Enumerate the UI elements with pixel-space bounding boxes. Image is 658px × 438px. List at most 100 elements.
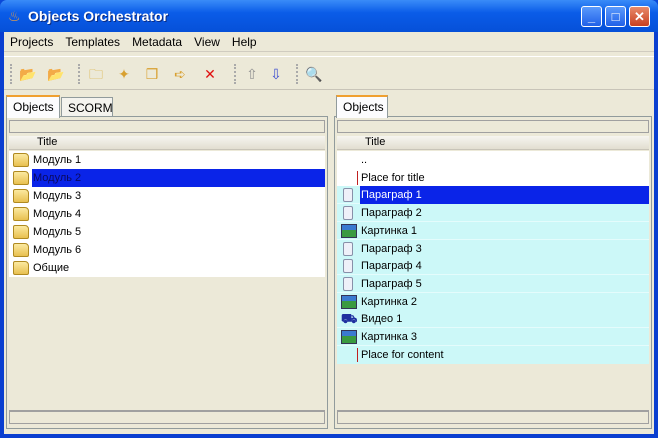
list-item-label: Модуль 2 xyxy=(32,169,325,187)
move-up-button[interactable]: ⇧ xyxy=(242,65,262,83)
new-folder-button[interactable]: 🗀 xyxy=(86,65,106,83)
picture-icon xyxy=(341,294,357,309)
list-item-label: Параграф 1 xyxy=(360,186,649,205)
list-item[interactable]: Параграф 1 xyxy=(337,186,649,205)
folder-icon xyxy=(13,207,29,221)
list-item[interactable]: Картинка 3 xyxy=(337,328,649,346)
toolbar-separator xyxy=(234,64,236,84)
folder-icon xyxy=(13,243,29,257)
column-header-title[interactable]: Title xyxy=(9,136,325,150)
move-object-icon: ➪ xyxy=(174,66,186,82)
java-icon: ♨ xyxy=(8,8,21,24)
left-panel: Objects SCORM Title Модуль 1 Модуль 2 Моду… xyxy=(6,95,328,431)
delete-icon: ✕ xyxy=(204,66,216,82)
status-bar xyxy=(9,410,325,424)
search-button[interactable]: 🔍 xyxy=(304,65,324,83)
list-item[interactable]: Картинка 2 xyxy=(337,292,649,311)
toolbar-separator xyxy=(296,64,298,84)
list-item-label: Модуль 3 xyxy=(33,190,82,202)
copy-object-button[interactable]: ❒ xyxy=(142,65,162,83)
menu-bar: Projects Templates Metadata View Help xyxy=(4,32,654,52)
search-icon: 🔍 xyxy=(305,66,323,82)
list-item[interactable]: Модуль 3 xyxy=(9,187,325,205)
list-item[interactable]: Параграф 3 xyxy=(337,239,649,258)
folder-icon xyxy=(13,225,29,239)
menu-templates[interactable]: Templates xyxy=(59,32,126,49)
list-item[interactable]: Модуль 4 xyxy=(9,205,325,223)
tab-objects-right[interactable]: Objects xyxy=(336,95,388,118)
list-item[interactable]: Картинка 1 xyxy=(337,221,649,240)
window-title: Objects Orchestrator xyxy=(28,8,169,24)
new-object-button[interactable]: ✦ xyxy=(114,65,134,83)
document-icon xyxy=(343,206,353,221)
tab-scorm[interactable]: SCORM xyxy=(61,97,113,118)
toolbar-separator xyxy=(78,64,80,84)
list-item[interactable]: Модуль 5 xyxy=(9,223,325,241)
list-item[interactable]: ⛟ Видео 1 xyxy=(337,310,649,329)
list-item-label: Place for content xyxy=(361,348,444,361)
list-item-label: Параграф 4 xyxy=(361,260,422,273)
filter-bar xyxy=(9,120,325,133)
picture-icon xyxy=(341,330,357,344)
close-button[interactable]: ✕ xyxy=(629,6,650,27)
toolbar: 📂 📂 🗀 ✦ ❒ ➪ ✕ ⇧ ⇩ 🔍 xyxy=(4,56,654,90)
list-item[interactable]: Модуль 6 xyxy=(9,241,325,259)
filter-bar xyxy=(337,120,649,133)
delete-button[interactable]: ✕ xyxy=(200,65,220,83)
list-item-label: Модуль 1 xyxy=(33,154,82,166)
column-header-title[interactable]: Title xyxy=(337,136,649,150)
document-icon xyxy=(343,241,353,256)
copy-object-icon: ❒ xyxy=(145,66,159,82)
right-panel: Objects Title .. Place for title Параграф … xyxy=(334,95,652,431)
document-icon xyxy=(343,276,353,291)
document-icon xyxy=(343,188,353,203)
list-item[interactable]: Параграф 5 xyxy=(337,274,649,293)
open-project-button[interactable]: 📂 xyxy=(18,65,38,83)
list-item-label: Видео 1 xyxy=(361,313,403,326)
list-item-label: Картинка 1 xyxy=(361,224,418,237)
close-project-button[interactable]: 📂 xyxy=(46,65,66,83)
move-object-button[interactable]: ➪ xyxy=(170,65,190,83)
list-item-label: Модуль 5 xyxy=(33,226,82,238)
new-object-icon: ✦ xyxy=(118,66,130,82)
list-item-label: Place for title xyxy=(361,171,425,184)
maximize-button[interactable]: □ xyxy=(605,6,626,27)
move-down-button[interactable]: ⇩ xyxy=(266,65,286,83)
picture-icon xyxy=(341,223,357,238)
move-up-icon: ⇧ xyxy=(246,66,258,82)
list-item-label: .. xyxy=(361,154,368,166)
client-area: Projects Templates Metadata View Help 📂 📂 🗀 ✦ ❒ ➪… xyxy=(4,32,654,434)
tab-objects[interactable]: Objects xyxy=(6,95,60,118)
list-item-label: Параграф 5 xyxy=(361,277,422,290)
list-item[interactable]: Параграф 4 xyxy=(337,257,649,276)
list-item[interactable]: Параграф 2 xyxy=(337,204,649,223)
list-item-label: Параграф 3 xyxy=(361,242,422,255)
list-item[interactable]: .. xyxy=(337,151,649,169)
toolbar-separator xyxy=(10,64,12,84)
list-item-label: Картинка 3 xyxy=(361,331,418,343)
open-project-icon: 📂 xyxy=(19,66,37,82)
menu-metadata[interactable]: Metadata xyxy=(126,32,188,49)
folder-icon xyxy=(13,171,29,185)
menu-view[interactable]: View xyxy=(188,32,226,49)
folder-icon xyxy=(13,153,29,167)
document-icon xyxy=(343,259,353,274)
menu-help[interactable]: Help xyxy=(226,32,263,49)
video-icon: ⛟ xyxy=(341,311,358,327)
list-item-label: Общие xyxy=(33,262,70,274)
new-folder-icon: 🗀 xyxy=(89,66,103,82)
list-item-label: Картинка 2 xyxy=(361,295,418,308)
menu-projects[interactable]: Projects xyxy=(4,32,59,49)
list-item[interactable]: Place for title xyxy=(337,168,649,187)
list-item[interactable]: Общие xyxy=(9,259,325,277)
list-item-label: Модуль 6 xyxy=(33,244,82,256)
title-bar: ♨ Objects Orchestrator _ □ ✕ xyxy=(0,0,658,32)
list-item[interactable]: Модуль 1 xyxy=(9,151,325,169)
status-bar xyxy=(337,410,649,424)
app-window: ♨ Objects Orchestrator _ □ ✕ Projects Tem… xyxy=(0,0,658,438)
list-item-label: Параграф 2 xyxy=(361,207,422,220)
list-item[interactable]: Модуль 2 xyxy=(9,169,325,187)
list-item[interactable]: Place for content xyxy=(337,345,649,364)
minimize-button[interactable]: _ xyxy=(581,6,602,27)
list-item-label: Модуль 4 xyxy=(33,208,82,220)
